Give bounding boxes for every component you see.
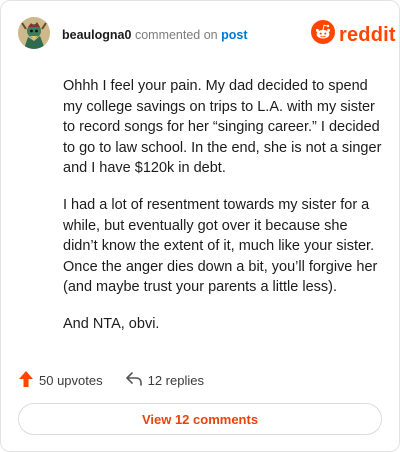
reddit-logo[interactable]: reddit: [311, 20, 396, 49]
comment-actions: 50 upvotes 12 replies: [18, 370, 204, 391]
upvote-arrow-icon: [18, 370, 34, 391]
comment-paragraph: Ohhh I feel your pain. My dad decided to…: [63, 78, 382, 177]
reddit-snoo-icon: [311, 20, 335, 49]
comment-body: Ohhh I feel your pain. My dad decided to…: [63, 76, 383, 351]
post-link[interactable]: post: [221, 28, 247, 42]
view-comments-button[interactable]: View 12 comments: [18, 403, 382, 435]
action-text: commented on: [134, 28, 218, 42]
comment-card: beaulogna0 commented on post reddit Ohhh…: [0, 0, 400, 452]
reddit-wordmark: reddit: [339, 23, 396, 46]
upvote-count: 50 upvotes: [39, 373, 103, 388]
upvote-button[interactable]: 50 upvotes: [18, 370, 103, 391]
replies-button[interactable]: 12 replies: [125, 371, 204, 390]
reply-count: 12 replies: [147, 373, 204, 388]
avatar[interactable]: [18, 17, 50, 49]
reply-arrow-icon: [125, 371, 143, 390]
comment-header: beaulogna0 commented on post: [62, 28, 248, 42]
comment-paragraph: And NTA, obvi.: [63, 315, 160, 332]
comment-paragraph: I had a lot of resentment towards my sis…: [63, 196, 378, 296]
username[interactable]: beaulogna0: [62, 28, 131, 42]
